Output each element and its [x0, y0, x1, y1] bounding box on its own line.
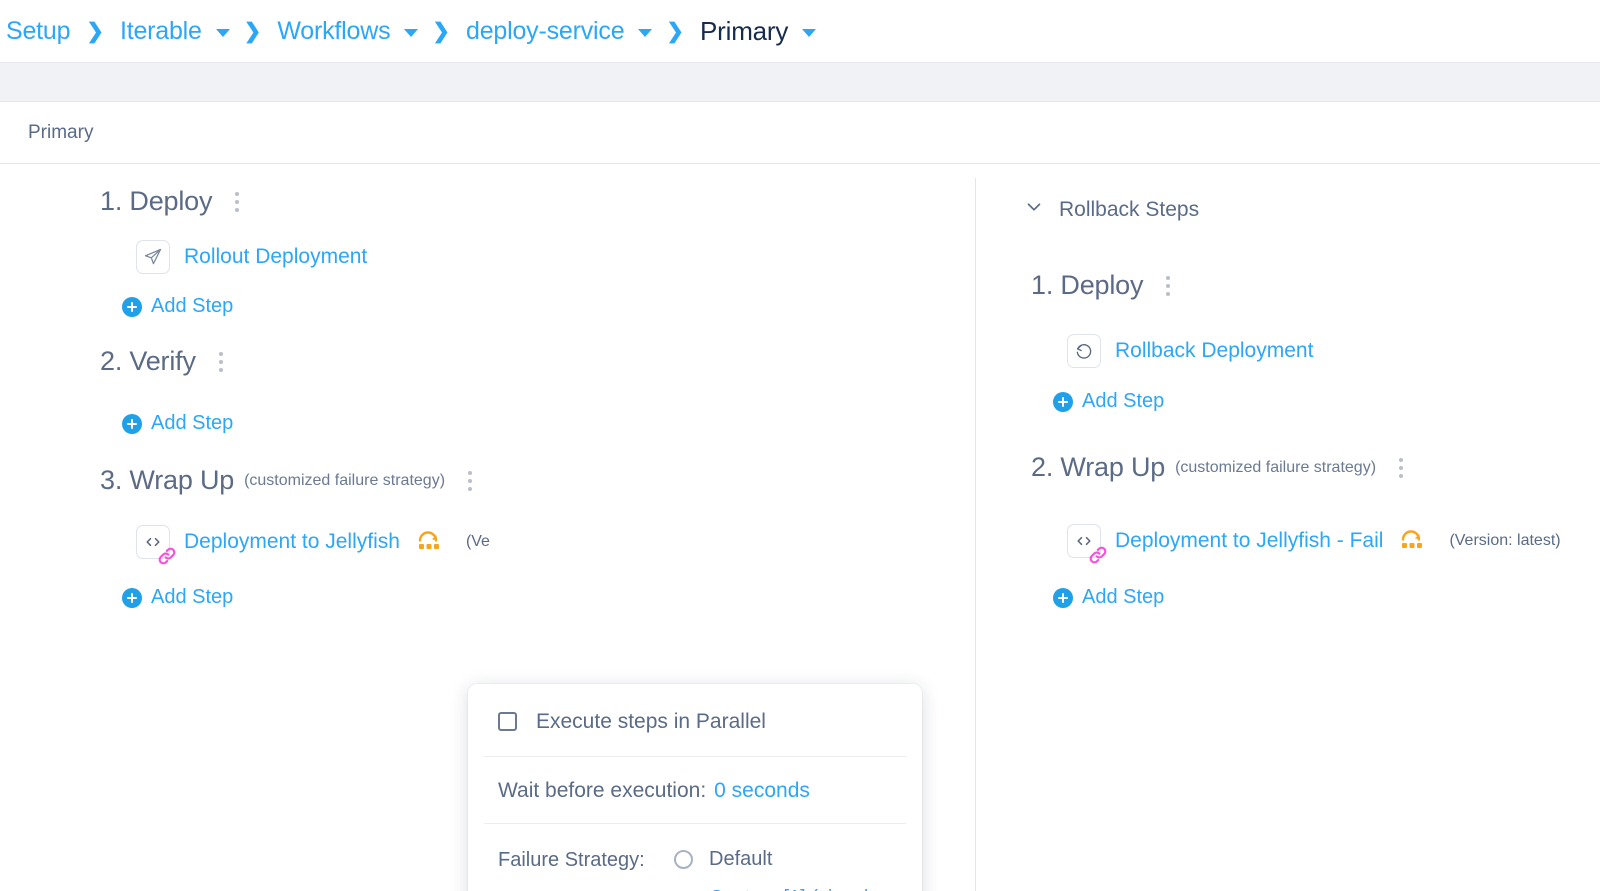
- tab-bar: Primary: [0, 102, 1600, 164]
- stage-header: 2. Verify: [100, 346, 232, 377]
- add-step-label: Add Step: [1082, 390, 1165, 412]
- toolbar-strip: [0, 62, 1600, 102]
- breadcrumb: Setup ❯ Iterable ❯ Workflows ❯ deploy-se…: [0, 0, 1600, 62]
- send-icon: [136, 240, 170, 274]
- breadcrumb-separator: ❯: [243, 19, 262, 43]
- add-step-button[interactable]: Add Step: [1053, 586, 1164, 609]
- step-row: Deployment to Jellyfish - Fail (Version:…: [1067, 524, 1561, 564]
- rollback-steps-header[interactable]: Rollback Steps: [1023, 196, 1199, 223]
- breadcrumb-item-workflows[interactable]: Workflows: [275, 17, 419, 46]
- step-link-deployment-to-jellyfish-fail[interactable]: Deployment to Jellyfish - Fail: [1115, 529, 1383, 553]
- tab-primary[interactable]: Primary: [28, 122, 93, 144]
- rollback-stage-deploy: 1. Deploy: [1031, 270, 1179, 301]
- option-label[interactable]: Custom [1] (view | edit): [709, 887, 906, 891]
- stage-deploy: 1. Deploy: [100, 186, 248, 217]
- breadcrumb-label[interactable]: Iterable: [118, 17, 204, 46]
- stage-menu-button[interactable]: [226, 188, 248, 216]
- looping-strategy-icon: [416, 529, 442, 556]
- breadcrumb-item-setup[interactable]: Setup: [4, 17, 72, 46]
- breadcrumb-separator: ❯: [432, 19, 451, 43]
- step-link-deployment-to-jellyfish[interactable]: Deployment to Jellyfish: [184, 530, 400, 554]
- breadcrumb-item-iterable[interactable]: Iterable: [118, 17, 230, 46]
- stage-title: 2. Wrap Up: [1031, 452, 1166, 482]
- add-step-label: Add Step: [151, 295, 234, 317]
- failure-strategy-label: Failure Strategy:: [498, 849, 645, 871]
- plus-icon: [122, 296, 142, 317]
- stage-title: 3. Wrap Up: [100, 465, 235, 495]
- stage-header: 3. Wrap Up (customized failure strategy): [100, 465, 481, 496]
- step-row: Rollout Deployment: [136, 240, 367, 274]
- add-step-button[interactable]: Add Step: [122, 586, 233, 609]
- breadcrumb-label[interactable]: deploy-service: [464, 17, 626, 46]
- plus-icon: [1053, 587, 1073, 608]
- wait-before-execution-row: Wait before execution: 0 seconds: [484, 757, 906, 824]
- chevron-down-icon[interactable]: [802, 28, 817, 37]
- breadcrumb-item-deploy-service[interactable]: deploy-service: [464, 17, 653, 46]
- stage-verify: 2. Verify: [100, 346, 232, 377]
- step-version-note: (Ve: [465, 533, 490, 550]
- failure-strategy-option-default[interactable]: Default: [674, 848, 906, 871]
- execute-steps-in-parallel-label: Execute steps in Parallel: [536, 710, 766, 733]
- stage-title: 1. Deploy: [1031, 270, 1144, 300]
- execute-steps-in-parallel-checkbox[interactable]: [498, 712, 517, 731]
- rollback-steps-panel: Rollback Steps 1. Deploy Rollback Deploy…: [975, 164, 1600, 891]
- step-link-rollback-deployment[interactable]: Rollback Deployment: [1115, 339, 1313, 363]
- plus-icon: [1053, 391, 1073, 412]
- stage-settings-popover: Execute steps in Parallel Wait before ex…: [468, 684, 922, 891]
- plus-icon: [122, 587, 142, 608]
- failure-strategy-options: Default Custom [1] (view | edit): [674, 848, 906, 891]
- add-step-label: Add Step: [151, 412, 234, 434]
- code-icon: [1067, 524, 1107, 564]
- breadcrumb-label: Primary: [700, 15, 789, 46]
- failure-strategy-option-custom[interactable]: Custom [1] (view | edit): [674, 887, 906, 891]
- stage-menu-button[interactable]: [459, 467, 481, 495]
- chevron-down-icon[interactable]: [638, 28, 653, 37]
- breadcrumb-item-primary[interactable]: Primary: [698, 15, 817, 47]
- link-badge-icon: [156, 545, 178, 567]
- stage-header: 2. Wrap Up (customized failure strategy): [1031, 452, 1412, 483]
- breadcrumb-separator: ❯: [86, 19, 104, 43]
- chevron-down-icon[interactable]: [1023, 196, 1045, 223]
- stage-title: 1. Deploy: [100, 186, 213, 216]
- stage-header: 1. Deploy: [1031, 270, 1179, 301]
- radio-icon[interactable]: [674, 850, 693, 869]
- stage-note: (customized failure strategy): [1175, 458, 1377, 476]
- stage-note: (customized failure strategy): [244, 471, 446, 489]
- add-step-label: Add Step: [1082, 586, 1165, 608]
- breadcrumb-label[interactable]: Setup: [4, 17, 72, 46]
- add-step-button[interactable]: Add Step: [122, 412, 233, 435]
- add-step-button[interactable]: Add Step: [1053, 390, 1164, 413]
- stage-menu-button[interactable]: [210, 348, 232, 376]
- rollback-steps-title: Rollback Steps: [1059, 197, 1200, 221]
- step-version-note: (Version: latest): [1449, 532, 1561, 549]
- stage-header: 1. Deploy: [100, 186, 248, 217]
- link-badge-icon: [1087, 544, 1109, 566]
- stage-wrap-up: 3. Wrap Up (customized failure strategy): [100, 465, 481, 496]
- looping-strategy-icon: [1399, 528, 1425, 555]
- stage-menu-button[interactable]: [1390, 454, 1412, 482]
- stage-menu-button[interactable]: [1157, 272, 1179, 300]
- rollback-stage-wrap-up: 2. Wrap Up (customized failure strategy): [1031, 452, 1412, 483]
- plus-icon: [122, 413, 142, 434]
- breadcrumb-separator: ❯: [666, 19, 685, 43]
- wait-before-execution-label: Wait before execution:: [498, 779, 707, 802]
- failure-strategy-row: Failure Strategy: Default Custom [1] (vi…: [484, 824, 906, 891]
- code-icon: [136, 525, 176, 565]
- workflow-canvas: 1. Deploy Rollout Deployment Add Step 2.…: [0, 164, 1600, 891]
- step-row: Rollback Deployment: [1067, 334, 1313, 368]
- step-link-rollout-deployment[interactable]: Rollout Deployment: [184, 245, 367, 269]
- breadcrumb-label[interactable]: Workflows: [275, 17, 392, 46]
- chevron-down-icon[interactable]: [404, 28, 419, 37]
- parallel-execution-row: Execute steps in Parallel: [484, 684, 906, 757]
- option-label: Default: [709, 848, 773, 870]
- step-row: Deployment to Jellyfish (Ve: [136, 525, 490, 565]
- add-step-label: Add Step: [151, 586, 234, 608]
- chevron-down-icon[interactable]: [215, 28, 230, 37]
- rotate-icon: [1067, 334, 1101, 368]
- add-step-button[interactable]: Add Step: [122, 295, 233, 318]
- stage-title: 2. Verify: [100, 346, 196, 376]
- wait-before-execution-value[interactable]: 0 seconds: [714, 779, 810, 803]
